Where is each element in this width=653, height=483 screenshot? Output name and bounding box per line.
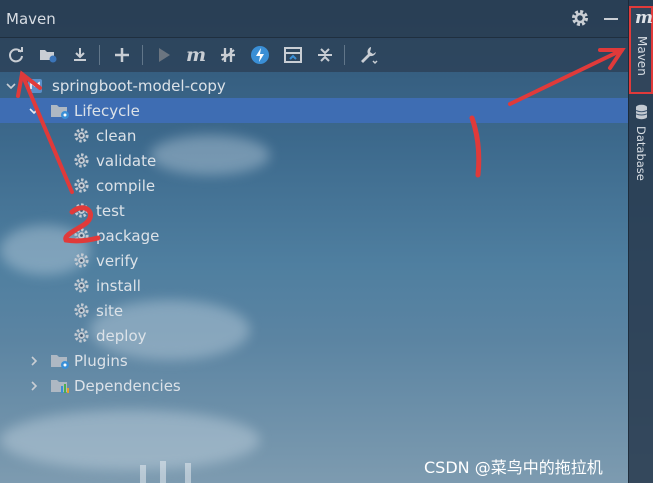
maven-goal-icon[interactable]: m — [184, 43, 208, 67]
dependencies-folder-icon — [51, 379, 69, 393]
tree-label-goal: site — [96, 301, 124, 320]
show-dependencies-icon[interactable] — [281, 43, 305, 67]
toolbar-separator — [142, 45, 143, 65]
tree-label-goal: install — [96, 276, 141, 295]
gear-icon — [74, 328, 89, 343]
add-icon[interactable] — [110, 43, 134, 67]
database-tool-tab[interactable]: Database — [629, 100, 653, 186]
tree-node-goal-clean[interactable]: clean — [0, 123, 628, 148]
tree-label-plugins: Plugins — [74, 351, 128, 370]
toolbar: m — [0, 38, 628, 72]
run-icon[interactable] — [152, 43, 176, 67]
maven-tool-window: Maven m springboot-model-copy Lifecycle … — [0, 0, 628, 483]
download-icon[interactable] — [68, 43, 92, 67]
open-folder-icon[interactable] — [36, 43, 60, 67]
offline-icon[interactable] — [248, 43, 272, 67]
gear-icon — [74, 128, 89, 143]
tree-label-dependencies: Dependencies — [74, 376, 181, 395]
maven-module-icon — [28, 78, 42, 93]
tree-node-goal-test[interactable]: test — [0, 198, 628, 223]
tree-node-goal-verify[interactable]: verify — [0, 248, 628, 273]
tree-label-goal: clean — [96, 126, 137, 145]
tree-node-project[interactable]: springboot-model-copy — [0, 73, 628, 98]
database-tab-label: Database — [634, 126, 648, 181]
gear-icon — [74, 303, 89, 318]
gear-icon — [74, 278, 89, 293]
gear-icon — [74, 153, 89, 168]
toolbar-separator — [344, 45, 345, 65]
tree-node-goal-site[interactable]: site — [0, 298, 628, 323]
tree-node-goal-install[interactable]: install — [0, 273, 628, 298]
tree-label-goal: verify — [96, 251, 139, 270]
tree-label-goal: test — [96, 201, 125, 220]
chevron-down-icon[interactable] — [6, 81, 16, 91]
collapse-all-icon[interactable] — [313, 43, 337, 67]
chevron-down-icon[interactable] — [29, 106, 39, 116]
panel-title: Maven — [6, 10, 56, 28]
maven-tab-label: Maven — [635, 36, 649, 76]
tree-label-goal: compile — [96, 176, 156, 195]
right-tool-stripe: m Maven Database — [628, 0, 653, 483]
skip-tests-icon[interactable] — [216, 43, 240, 67]
tree-label-project: springboot-model-copy — [52, 76, 226, 95]
database-icon — [635, 104, 648, 120]
settings-wrench-icon[interactable] — [356, 43, 380, 67]
tree-label-goal: deploy — [96, 326, 147, 345]
gear-icon[interactable] — [570, 8, 590, 28]
title-bar: Maven — [0, 0, 628, 38]
gear-icon — [74, 253, 89, 268]
tree-node-goal-validate[interactable]: validate — [0, 148, 628, 173]
minimize-icon[interactable] — [604, 18, 618, 20]
reload-icon[interactable] — [4, 43, 28, 67]
gear-icon — [74, 203, 89, 218]
plugins-folder-icon — [51, 354, 69, 369]
tree-node-plugins[interactable]: Plugins — [0, 348, 628, 373]
maven-tool-tab[interactable]: m Maven — [629, 6, 653, 94]
chevron-right-icon[interactable] — [29, 380, 39, 391]
chevron-right-icon[interactable] — [29, 355, 39, 366]
tree-label-goal: validate — [96, 151, 157, 170]
tree-label-lifecycle: Lifecycle — [74, 101, 140, 120]
tree-node-lifecycle[interactable]: Lifecycle — [0, 98, 628, 123]
maven-logo-icon: m — [635, 8, 653, 28]
gear-icon — [74, 178, 89, 193]
toolbar-separator — [99, 45, 100, 65]
tree-node-goal-compile[interactable]: compile — [0, 173, 628, 198]
tree-node-goal-deploy[interactable]: deploy — [0, 323, 628, 348]
lifecycle-folder-icon — [51, 104, 69, 119]
tree-label-goal: package — [96, 226, 160, 245]
gear-icon — [74, 228, 89, 243]
tree-node-dependencies[interactable]: Dependencies — [0, 373, 628, 398]
tree-node-goal-package[interactable]: package — [0, 223, 628, 248]
watermark-text: CSDN @菜鸟中的拖拉机 — [424, 458, 603, 477]
